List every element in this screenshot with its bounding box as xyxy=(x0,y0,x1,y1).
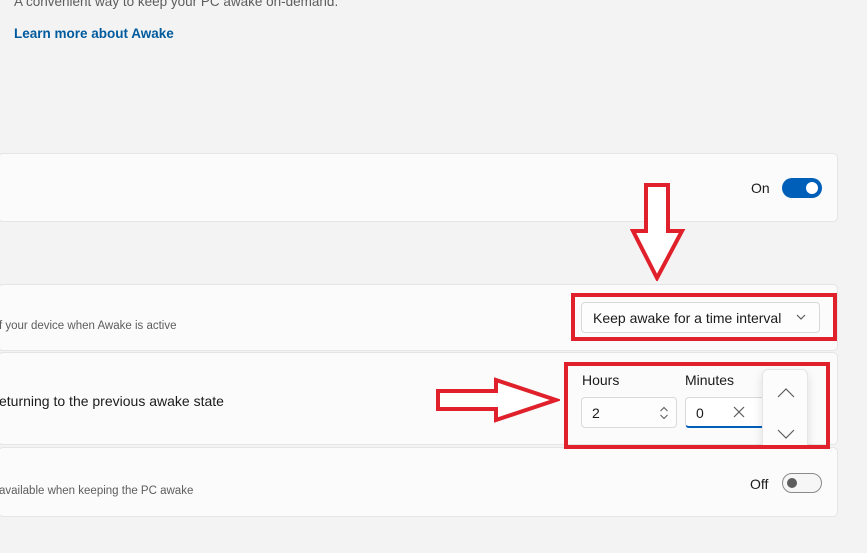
annotation-box-interval xyxy=(564,362,830,449)
annotation-box-dropdown xyxy=(571,293,837,341)
screen-on-description: available when keeping the PC awake xyxy=(0,485,194,497)
enable-awake-card: On xyxy=(0,153,838,222)
toggle-knob xyxy=(787,478,797,488)
enable-state-label: On xyxy=(751,180,770,196)
toggle-knob xyxy=(806,182,818,194)
enable-awake-toggle[interactable] xyxy=(782,178,822,198)
keep-screen-on-toggle[interactable] xyxy=(782,473,822,493)
awake-description: A convenient way to keep your PC awake o… xyxy=(14,0,339,9)
mode-description: f your device when Awake is active xyxy=(0,320,177,332)
interval-title: eturning to the previous awake state xyxy=(0,393,224,409)
learn-more-link[interactable]: Learn more about Awake xyxy=(14,26,174,41)
keep-screen-on-card: available when keeping the PC awake Off xyxy=(0,447,838,517)
screen-on-state-label: Off xyxy=(750,476,769,492)
red-arrow-right-icon xyxy=(436,377,560,423)
red-arrow-down-icon xyxy=(630,183,686,281)
